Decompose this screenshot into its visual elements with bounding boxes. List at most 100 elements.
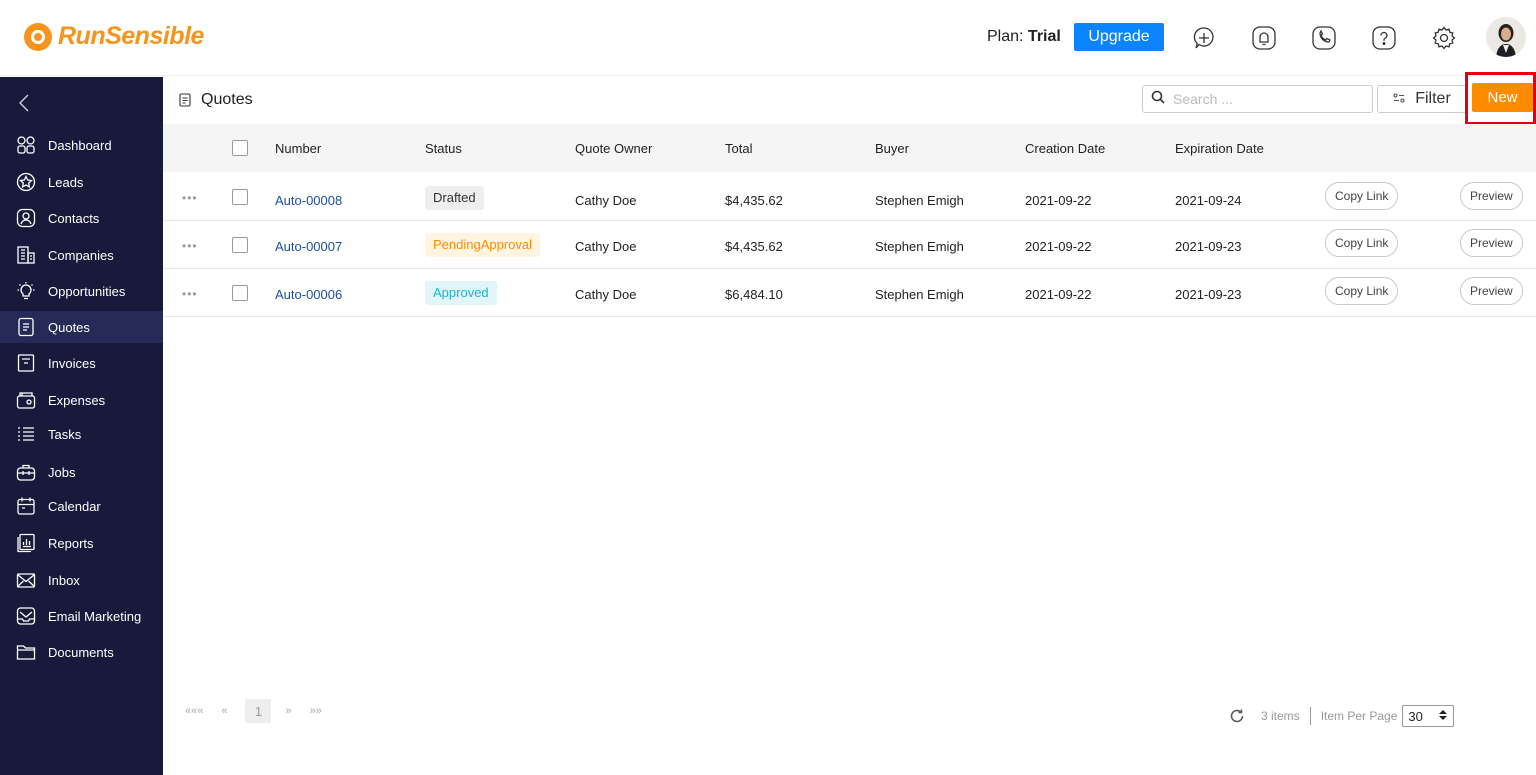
new-button[interactable]: New — [1472, 83, 1533, 112]
quote-owner: Cathy Doe — [575, 193, 637, 208]
logo[interactable]: RunSensible — [24, 22, 204, 51]
search-box[interactable] — [1142, 85, 1373, 113]
refresh-icon[interactable] — [1229, 708, 1245, 724]
dashboard-icon — [15, 134, 37, 156]
upgrade-button[interactable]: Upgrade — [1074, 23, 1164, 51]
column-header-status[interactable]: Status — [425, 141, 462, 156]
row-menu-icon[interactable]: ••• — [182, 287, 198, 301]
logo-text: RunSensible — [58, 22, 204, 50]
column-header-creation-date[interactable]: Creation Date — [1025, 141, 1105, 156]
email-marketing-icon — [15, 605, 37, 627]
sidebar-item-email-marketing[interactable]: Email Marketing — [0, 600, 163, 632]
table-row[interactable]: ••• Auto-00007 PendingApproval Cathy Doe… — [163, 221, 1536, 269]
sidebar-item-documents[interactable]: Documents — [0, 636, 163, 668]
expiration-date: 2021-09-23 — [1175, 239, 1242, 254]
sidebar-item-opportunities[interactable]: Opportunities — [0, 275, 163, 307]
preview-button[interactable]: Preview — [1460, 182, 1523, 210]
sidebar-item-tasks[interactable]: Tasks — [0, 418, 163, 450]
column-header-buyer[interactable]: Buyer — [875, 141, 909, 156]
quote-number-link[interactable]: Auto-00008 — [275, 193, 342, 208]
sidebar-item-leads[interactable]: Leads — [0, 166, 163, 198]
column-header-quote-owner[interactable]: Quote Owner — [575, 141, 652, 156]
sidebar-item-label: Leads — [48, 174, 84, 190]
sidebar-item-label: Invoices — [48, 355, 96, 371]
copy-link-button[interactable]: Copy Link — [1325, 182, 1399, 210]
preview-button[interactable]: Preview — [1460, 277, 1523, 305]
quote-buyer: Stephen Emigh — [875, 193, 964, 208]
sidebar-item-dashboard[interactable]: Dashboard — [0, 129, 163, 161]
column-header-number[interactable]: Number — [275, 141, 321, 156]
row-checkbox[interactable] — [232, 237, 248, 253]
next-page-button[interactable]: » — [285, 705, 291, 717]
divider — [1309, 707, 1311, 725]
select-all-checkbox[interactable] — [232, 140, 248, 156]
sidebar-item-companies[interactable]: Companies — [0, 239, 163, 271]
copy-link-button[interactable]: Copy Link — [1325, 229, 1399, 257]
quote-total: $4,435.62 — [725, 239, 783, 254]
status-badge: Approved — [425, 281, 497, 305]
contacts-icon — [15, 207, 37, 229]
row-menu-icon[interactable]: ••• — [182, 239, 198, 253]
sidebar-item-reports[interactable]: Reports — [0, 527, 163, 559]
quote-owner: Cathy Doe — [575, 287, 637, 302]
prev-page-button[interactable]: « — [221, 705, 227, 717]
bell-icon[interactable] — [1251, 25, 1277, 51]
sidebar: Dashboard Leads Contacts Companies Oppor… — [0, 77, 163, 775]
sidebar-item-jobs[interactable]: Jobs — [0, 456, 163, 488]
preview-button[interactable]: Preview — [1460, 229, 1523, 257]
per-page-select[interactable]: 30 — [1402, 705, 1455, 727]
top-header: RunSensible Plan: Trial Upgrade — [0, 0, 1536, 76]
search-input[interactable] — [1173, 91, 1363, 107]
chevron-left-icon[interactable] — [16, 93, 32, 113]
sidebar-item-quotes[interactable]: Quotes — [0, 311, 163, 343]
leads-icon — [15, 171, 37, 193]
expenses-icon — [15, 389, 37, 411]
sidebar-item-label: Calendar — [48, 498, 101, 514]
sidebar-item-contacts[interactable]: Contacts — [0, 202, 163, 234]
column-header-total[interactable]: Total — [725, 141, 752, 156]
quote-total: $4,435.62 — [725, 193, 783, 208]
pagination: ««« « 1 » »» — [185, 699, 340, 723]
sidebar-item-label: Companies — [48, 247, 114, 263]
row-menu-icon[interactable]: ••• — [182, 191, 198, 205]
sidebar-item-calendar[interactable]: Calendar — [0, 490, 163, 522]
sidebar-item-expenses[interactable]: Expenses — [0, 384, 163, 416]
row-checkbox[interactable] — [232, 285, 248, 301]
filter-button[interactable]: Filter — [1377, 85, 1467, 113]
gear-icon[interactable] — [1431, 25, 1457, 51]
expiration-date: 2021-09-23 — [1175, 287, 1242, 302]
page-number-button[interactable]: 1 — [245, 699, 272, 723]
main-content: Quotes Filter New Number Status Quote Ow… — [163, 72, 1536, 775]
per-page-value: 30 — [1408, 708, 1423, 724]
copy-link-button[interactable]: Copy Link — [1325, 277, 1399, 305]
reports-icon — [15, 532, 37, 554]
table-row[interactable]: ••• Auto-00008 Drafted Cathy Doe $4,435.… — [163, 173, 1536, 221]
help-icon[interactable] — [1371, 25, 1397, 51]
sidebar-item-label: Expenses — [48, 392, 106, 408]
documents-icon — [15, 641, 37, 663]
logo-icon — [24, 22, 52, 51]
quote-number-link[interactable]: Auto-00006 — [275, 287, 342, 302]
new-button-highlight: New — [1465, 72, 1536, 125]
quote-total: $6,484.10 — [725, 287, 783, 302]
table-row[interactable]: ••• Auto-00006 Approved Cathy Doe $6,484… — [163, 269, 1536, 317]
sidebar-item-invoices[interactable]: Invoices — [0, 347, 163, 379]
page-title: Quotes — [201, 91, 253, 108]
sidebar-item-label: Reports — [48, 535, 94, 551]
last-page-button[interactable]: »» — [310, 705, 322, 717]
creation-date: 2021-09-22 — [1025, 287, 1092, 302]
sidebar-item-inbox[interactable]: Inbox — [0, 564, 163, 596]
first-page-button[interactable]: ««« — [185, 705, 203, 717]
row-checkbox[interactable] — [232, 189, 248, 205]
inbox-icon — [15, 569, 37, 591]
search-icon — [1151, 90, 1165, 109]
items-count: 3 items — [1261, 709, 1300, 723]
sidebar-item-label: Tasks — [48, 426, 82, 442]
avatar[interactable] — [1486, 17, 1526, 57]
add-task-icon[interactable] — [1191, 25, 1217, 51]
phone-icon[interactable] — [1311, 25, 1337, 51]
quote-number-link[interactable]: Auto-00007 — [275, 239, 342, 254]
companies-icon — [15, 244, 37, 266]
column-header-expiration-date[interactable]: Expiration Date — [1175, 141, 1264, 156]
status-badge: PendingApproval — [425, 233, 541, 257]
